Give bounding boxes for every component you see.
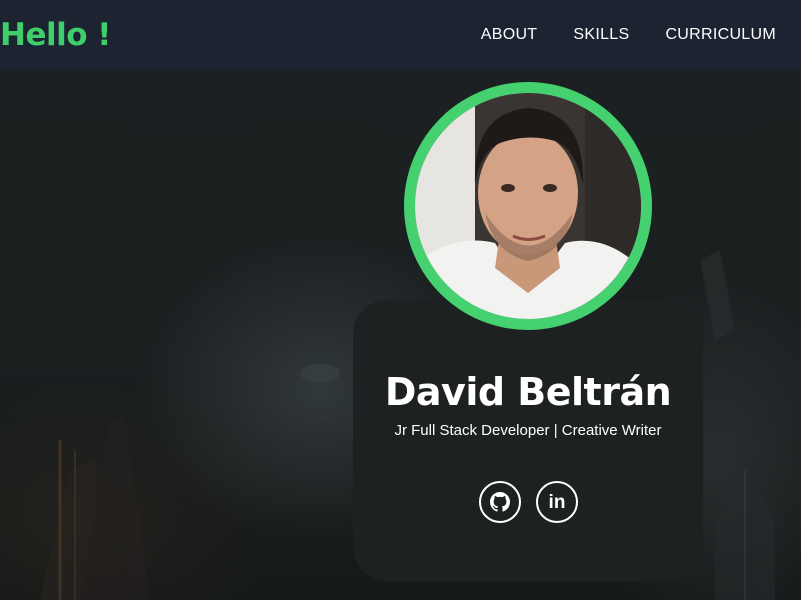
nav-link-skills[interactable]: SKILLS	[573, 26, 629, 44]
nav-links: ABOUT SKILLS CURRICULUM	[445, 26, 776, 44]
github-icon	[490, 492, 510, 512]
avatar-photo	[415, 93, 641, 319]
nav-link-about[interactable]: ABOUT	[481, 26, 538, 44]
github-link[interactable]	[479, 481, 521, 523]
page: Hello ! ABOUT SKILLS CURRICULUM David Be…	[0, 0, 801, 600]
linkedin-link[interactable]: in	[536, 481, 578, 523]
avatar-ring	[404, 82, 652, 330]
navbar: Hello ! ABOUT SKILLS CURRICULUM	[0, 0, 801, 70]
avatar	[415, 93, 641, 319]
linkedin-icon: in	[548, 491, 566, 513]
nav-link-curriculum[interactable]: CURRICULUM	[665, 26, 776, 44]
profile-name: David Beltrán	[384, 370, 672, 414]
brand-logo[interactable]: Hello !	[0, 17, 111, 53]
profile-role: Jr Full Stack Developer | Creative Write…	[394, 422, 662, 439]
profile-card	[353, 300, 703, 581]
